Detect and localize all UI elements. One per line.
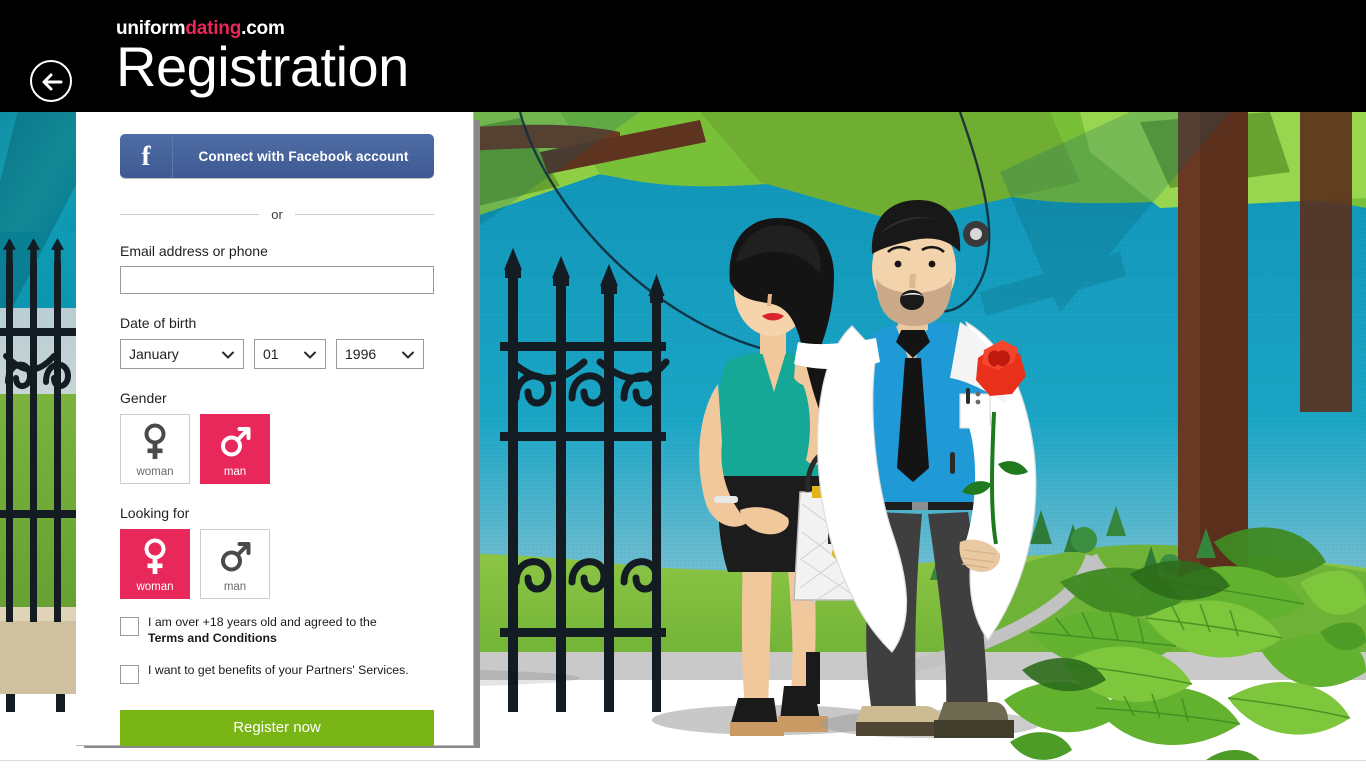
date-of-birth-row: January 01 1996: [120, 339, 434, 369]
back-button[interactable]: [30, 60, 72, 102]
mars-icon: [219, 537, 251, 577]
left-artwork-strip: [0, 112, 76, 682]
dob-month-select[interactable]: January: [120, 339, 244, 369]
terms-text: I am over +18 years old and agreed to th…: [148, 615, 377, 629]
email-input[interactable]: [120, 266, 434, 294]
looking-for-option-man-label: man: [223, 581, 247, 593]
app-header: uniformdating.com Registration: [0, 0, 1366, 112]
chevron-down-icon: [303, 348, 317, 367]
gender-option-man[interactable]: man: [200, 414, 270, 484]
terms-text-wrap: I am over +18 years old and agreed to th…: [148, 615, 377, 647]
venus-icon: [142, 422, 168, 462]
looking-for-option-woman[interactable]: woman: [120, 529, 190, 599]
looking-for-options: woman man: [120, 529, 434, 599]
gender-label: Gender: [120, 390, 167, 406]
looking-for-option-man[interactable]: man: [200, 529, 270, 599]
chevron-down-icon: [401, 348, 415, 367]
terms-and-conditions-link[interactable]: Terms and Conditions: [148, 631, 277, 645]
register-now-button[interactable]: Register now: [120, 709, 434, 746]
dob-year-value: 1996: [345, 346, 377, 362]
dob-day-select[interactable]: 01: [254, 339, 326, 369]
back-arrow-icon: [42, 73, 63, 91]
divider-label: or: [271, 207, 283, 222]
dob-month-value: January: [129, 346, 179, 362]
gender-option-woman[interactable]: woman: [120, 414, 190, 484]
horizontal-scrollbar[interactable]: [0, 760, 1366, 768]
page-title: Registration: [116, 35, 409, 98]
gender-option-woman-label: woman: [136, 466, 174, 478]
divider-line-left: [120, 214, 260, 215]
email-label: Email address or phone: [120, 243, 268, 259]
facebook-f-icon: f: [120, 134, 173, 178]
partners-row: I want to get benefits of your Partners'…: [120, 663, 434, 684]
registration-screen: f Connect with Facebook account or Email…: [0, 0, 1366, 768]
facebook-connect-button[interactable]: f Connect with Facebook account: [120, 134, 434, 178]
gender-option-man-label: man: [223, 466, 247, 478]
date-of-birth-label: Date of birth: [120, 315, 197, 331]
looking-for-label: Looking for: [120, 505, 190, 521]
mars-icon: [219, 422, 251, 462]
partners-text: I want to get benefits of your Partners'…: [148, 662, 409, 677]
dob-year-select[interactable]: 1996: [336, 339, 424, 369]
venus-icon: [142, 537, 168, 577]
divider-line-right: [294, 214, 434, 215]
chevron-down-icon: [221, 348, 235, 367]
facebook-connect-label: Connect with Facebook account: [198, 148, 409, 164]
registration-panel: f Connect with Facebook account or Email…: [76, 112, 474, 746]
terms-checkbox[interactable]: [120, 617, 139, 636]
or-divider: or: [120, 207, 434, 222]
dob-day-value: 01: [263, 346, 279, 362]
panel-right-shadow: [473, 120, 480, 748]
gender-options: woman man: [120, 414, 434, 484]
registration-form: f Connect with Facebook account or Email…: [120, 134, 434, 746]
partners-checkbox[interactable]: [120, 664, 139, 684]
terms-row: I am over +18 years old and agreed to th…: [120, 615, 434, 647]
looking-for-option-woman-label: woman: [136, 581, 174, 593]
